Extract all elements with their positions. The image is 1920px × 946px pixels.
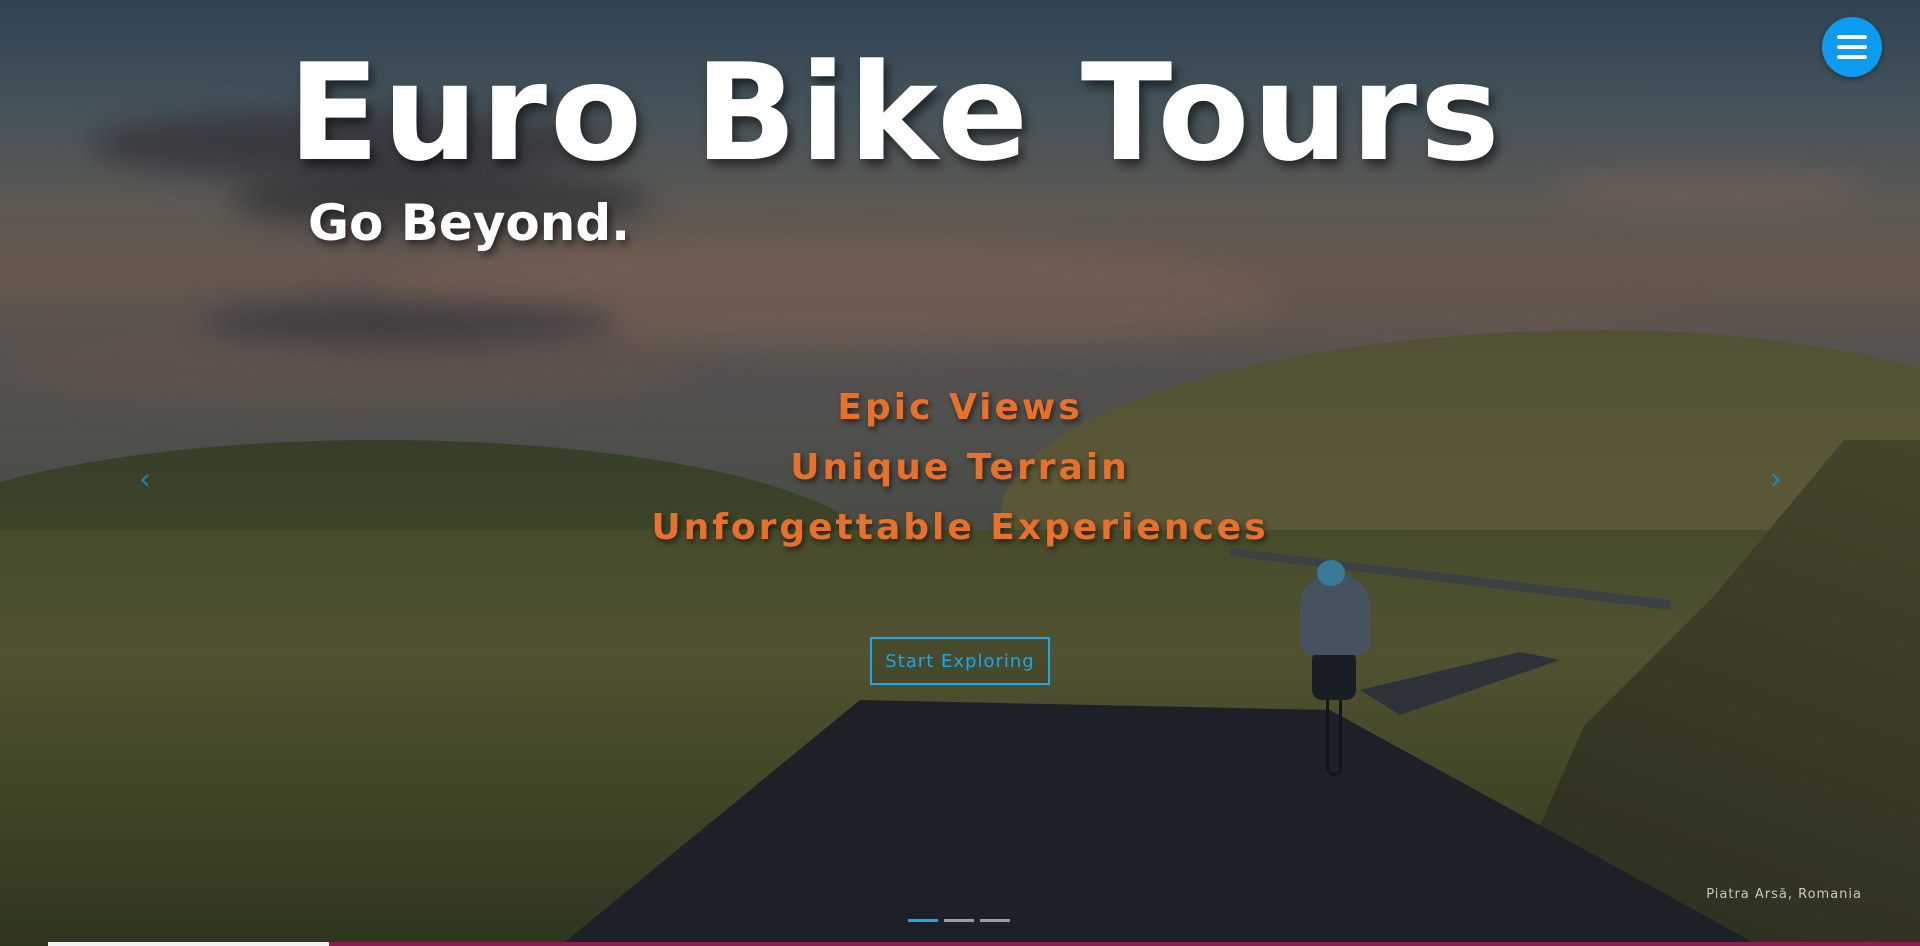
carousel-prev-button[interactable]: ‹: [130, 462, 160, 497]
hero-carousel: Euro Bike Tours Go Beyond. Epic Views Un…: [0, 0, 1920, 946]
menu-button[interactable]: [1822, 17, 1882, 77]
feature-unforgettable-experiences: Unforgettable Experiences: [651, 507, 1269, 548]
chevron-left-icon: ‹: [139, 462, 151, 497]
feature-list: Epic Views Unique Terrain Unforgettable …: [0, 378, 1920, 558]
chevron-right-icon: ›: [1770, 462, 1782, 497]
slide-progress-fill: [48, 942, 329, 946]
feature-epic-views: Epic Views: [837, 387, 1083, 428]
brand-title: Euro Bike Tours: [288, 35, 1503, 191]
start-exploring-button[interactable]: Start Exploring: [870, 637, 1050, 685]
carousel-indicator-2[interactable]: [944, 919, 974, 922]
hamburger-menu-icon: [1837, 35, 1867, 39]
carousel-indicator-1[interactable]: [908, 919, 938, 922]
carousel-next-button[interactable]: ›: [1761, 462, 1791, 497]
hamburger-menu-icon-bar: [1837, 45, 1867, 49]
feature-unique-terrain: Unique Terrain: [790, 447, 1130, 488]
carousel-indicators: [908, 919, 1010, 922]
photo-location-caption: Piatra Arsă, Romania: [1706, 887, 1862, 902]
carousel-indicator-3[interactable]: [980, 919, 1010, 922]
brand-tagline: Go Beyond.: [308, 194, 631, 252]
slide-progress-bar: [48, 942, 1920, 946]
hamburger-menu-icon-bar: [1837, 55, 1867, 59]
